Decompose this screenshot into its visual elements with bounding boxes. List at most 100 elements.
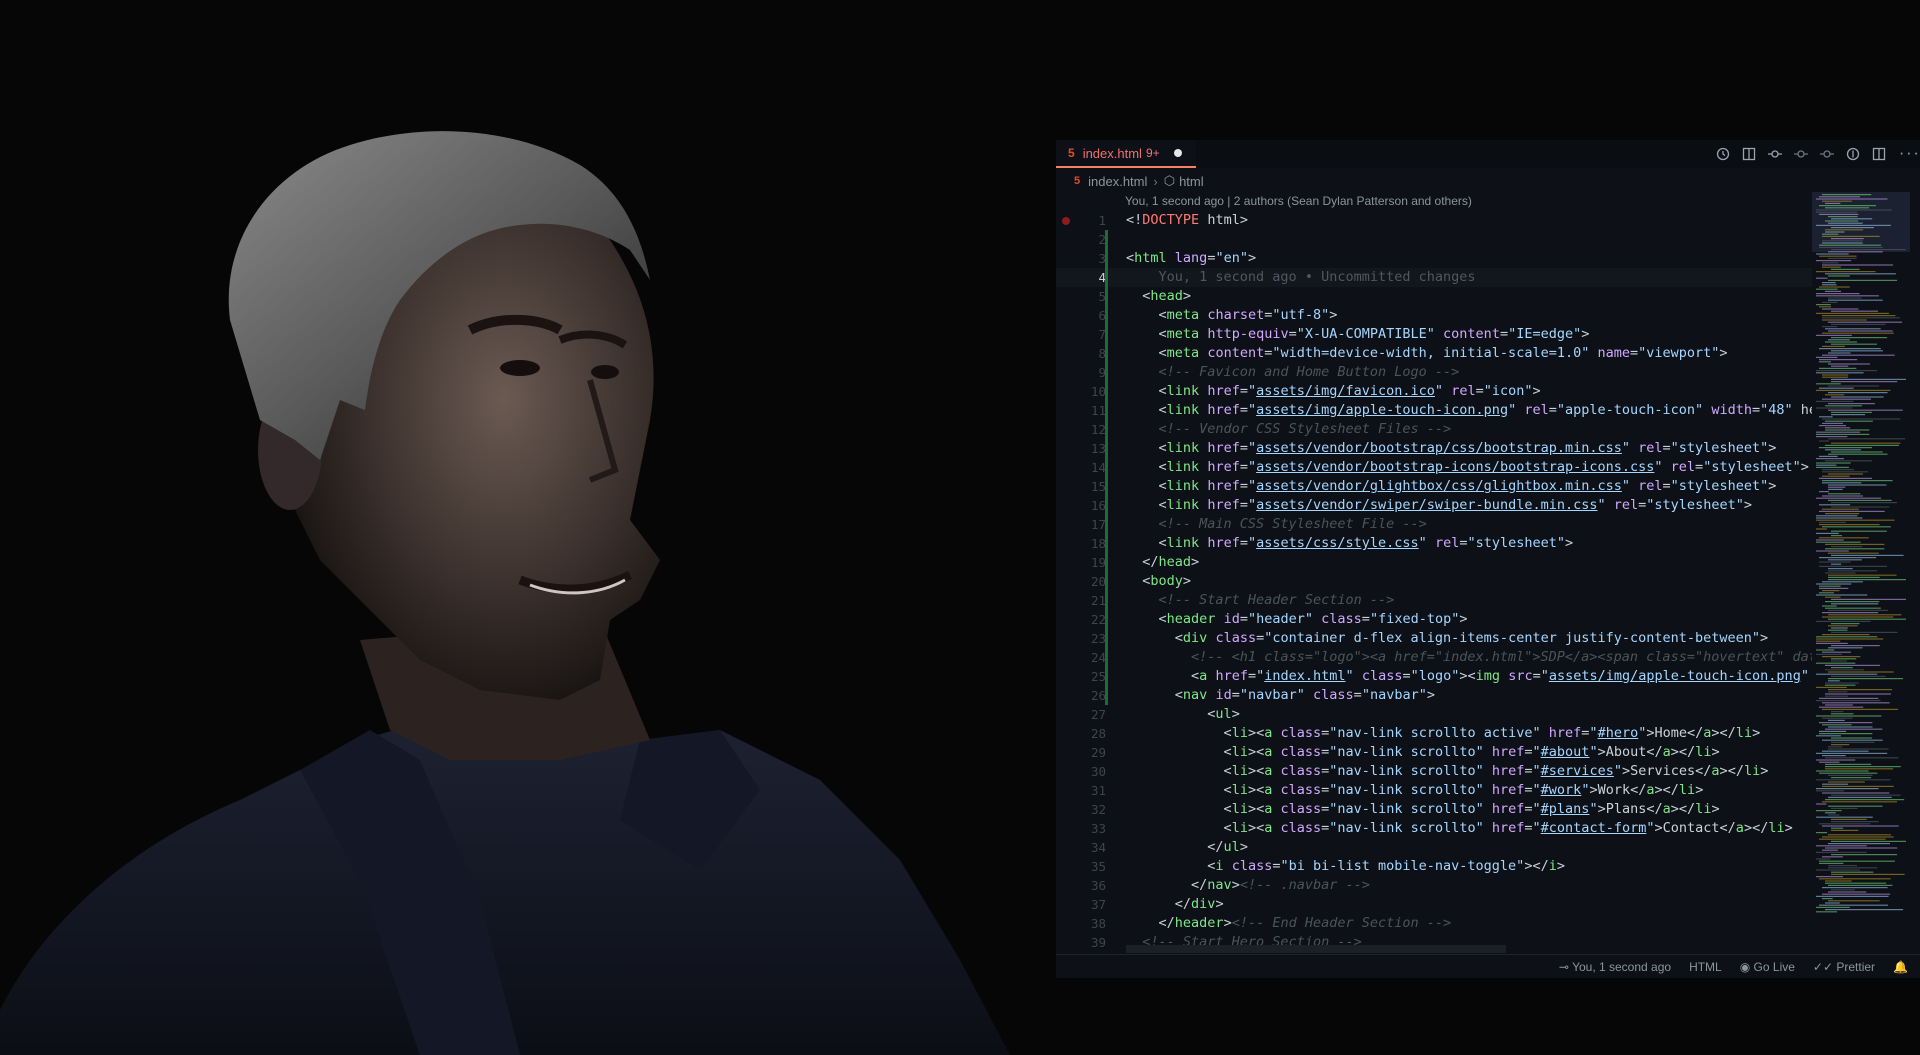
code-line[interactable]: 1 <!DOCTYPE html>	[1056, 211, 1812, 230]
code-line[interactable]: 35 <i class="bi bi-list mobile-nav-toggl…	[1056, 857, 1812, 876]
status-golive[interactable]: ◉ Go Live	[1740, 960, 1795, 974]
minimap-line	[1825, 704, 1853, 706]
minimap-line	[1816, 436, 1848, 438]
code-line[interactable]: 28 <li><a class="nav-link scrollto activ…	[1056, 724, 1812, 743]
code-text: <link href="assets/vendor/swiper/swiper-…	[1158, 497, 1752, 513]
code-line[interactable]: 32 <li><a class="nav-link scrollto" href…	[1056, 800, 1812, 819]
status-language[interactable]: HTML	[1689, 960, 1722, 974]
minimap-line	[1828, 251, 1883, 253]
code-text: <!-- <h1 class="logo"><a href="index.htm…	[1191, 649, 1812, 665]
toggle-blame-icon[interactable]	[1846, 147, 1860, 161]
status-prettier[interactable]: ✓✓ Prettier	[1813, 960, 1875, 974]
code-line[interactable]: 30 <li><a class="nav-link scrollto" href…	[1056, 762, 1812, 781]
minimap[interactable]	[1812, 192, 1910, 952]
line-number: 5	[1098, 289, 1106, 304]
code-line[interactable]: 23 <div class="container d-flex align-it…	[1056, 629, 1812, 648]
minimap-line	[1825, 768, 1894, 770]
code-line[interactable]: 16 <link href="assets/vendor/swiper/swip…	[1056, 496, 1812, 515]
minimap-line	[1822, 605, 1837, 607]
git-previous-icon[interactable]	[1794, 147, 1808, 161]
minimap-line	[1828, 339, 1850, 341]
git-commit-icon[interactable]	[1768, 147, 1782, 161]
code-line[interactable]: 18 <link href="assets/css/style.css" rel…	[1056, 534, 1812, 553]
git-next-icon[interactable]	[1820, 147, 1834, 161]
more-actions-icon[interactable]: ···	[1898, 147, 1920, 161]
code-line[interactable]: 10 <link href="assets/img/favicon.ico" r…	[1056, 382, 1812, 401]
code-line[interactable]: 36 </nav><!-- .navbar -->	[1056, 876, 1812, 895]
code-line[interactable]: 6 <meta charset="utf-8">	[1056, 306, 1812, 325]
code-line[interactable]: 11 <link href="assets/img/apple-touch-ic…	[1056, 401, 1812, 420]
code-line[interactable]: 21 <!-- Start Header Section -->	[1056, 591, 1812, 610]
code-line[interactable]: 4 You, 1 second ago • Uncommitted change…	[1056, 268, 1812, 287]
code-line[interactable]: 29 <li><a class="nav-link scrollto" href…	[1056, 743, 1812, 762]
git-change-indicator	[1105, 287, 1108, 306]
codelens-blame[interactable]: You, 1 second ago | 2 authors (Sean Dyla…	[1125, 194, 1472, 208]
minimap-line	[1831, 675, 1886, 677]
line-number: 19	[1090, 555, 1106, 570]
tab-index-html[interactable]: 5 index.html 9+	[1056, 140, 1196, 168]
code-line[interactable]: 26 <nav id="navbar" class="navbar">	[1056, 686, 1812, 705]
code-line[interactable]: 2	[1056, 230, 1812, 249]
code-line[interactable]: 38 </header><!-- End Header Section -->	[1056, 914, 1812, 933]
minimap-line	[1816, 869, 1860, 871]
unsaved-dot-icon[interactable]	[1173, 149, 1182, 157]
minimap-line	[1816, 770, 1869, 772]
code-line[interactable]: 25 <a href="index.html" class="logo"><im…	[1056, 667, 1812, 686]
check-all-icon: ✓✓	[1812, 959, 1837, 974]
minimap-line	[1825, 229, 1864, 231]
timeline-icon[interactable]	[1716, 147, 1730, 161]
open-preview-icon[interactable]	[1742, 147, 1756, 161]
minimap-line	[1819, 359, 1858, 361]
minimap-line	[1828, 884, 1893, 886]
code-line[interactable]: 20 <body>	[1056, 572, 1812, 591]
code-line[interactable]: 33 <li><a class="nav-link scrollto" href…	[1056, 819, 1812, 838]
minimap-line	[1825, 273, 1896, 275]
minimap-line	[1819, 730, 1847, 732]
minimap-line	[1831, 249, 1906, 251]
code-line[interactable]: 5 <head>	[1056, 287, 1812, 306]
code-text: <head>	[1142, 288, 1192, 304]
code-text: <header id="header" class="fixed-top">	[1158, 611, 1468, 627]
code-line[interactable]: 24 <!-- <h1 class="logo"><a href="index.…	[1056, 648, 1812, 667]
code-line[interactable]: 14 <link href="assets/vendor/bootstrap-i…	[1056, 458, 1812, 477]
minimap-line	[1828, 568, 1853, 570]
minimap-line	[1822, 301, 1838, 303]
minimap-line	[1828, 409, 1903, 411]
horizontal-scrollbar[interactable]	[1126, 945, 1506, 953]
minimap-line	[1822, 482, 1862, 484]
minimap-line	[1828, 385, 1880, 387]
code-line[interactable]: 17 <!-- Main CSS Stylesheet File -->	[1056, 515, 1812, 534]
minimap-line	[1825, 682, 1859, 684]
code-line[interactable]: 12 <!-- Vendor CSS Stylesheet Files -->	[1056, 420, 1812, 439]
code-line[interactable]: 3 <html lang="en">	[1056, 249, 1812, 268]
code-line[interactable]: 22 <header id="header" class="fixed-top"…	[1056, 610, 1812, 629]
minimap-line	[1816, 752, 1888, 754]
code-line[interactable]: 8 <meta content="width=device-width, ini…	[1056, 344, 1812, 363]
code-line[interactable]: 15 <link href="assets/vendor/glightbox/c…	[1056, 477, 1812, 496]
minimap-line	[1828, 865, 1858, 867]
breadcrumb-symbol[interactable]: html	[1179, 174, 1204, 189]
code-text: <html lang="en">	[1126, 250, 1257, 266]
split-editor-icon[interactable]	[1872, 147, 1886, 161]
minimap-line	[1819, 860, 1895, 862]
code-line[interactable]: 27 <ul>	[1056, 705, 1812, 724]
minimap-line	[1831, 821, 1879, 823]
minimap-line	[1822, 717, 1853, 719]
status-blame[interactable]: ⊸ You, 1 second ago	[1559, 960, 1671, 974]
notifications-icon[interactable]: 🔔	[1893, 960, 1908, 974]
minimap-line	[1828, 222, 1863, 224]
breadcrumb-file[interactable]: index.html	[1088, 174, 1147, 189]
code-line[interactable]: 34 </ul>	[1056, 838, 1812, 857]
code-area[interactable]: 1 <!DOCTYPE html> 2 3 <html lang="en"> 4 You,…	[1056, 211, 1812, 951]
code-line[interactable]: 19 </head>	[1056, 553, 1812, 572]
code-line[interactable]: 37 </div>	[1056, 895, 1812, 914]
git-change-indicator	[1105, 344, 1108, 363]
minimap-line	[1825, 880, 1852, 882]
breakpoint-icon[interactable]	[1062, 217, 1070, 225]
minimap-line	[1816, 312, 1889, 314]
code-line[interactable]: 7 <meta http-equiv="X-UA-COMPATIBLE" con…	[1056, 325, 1812, 344]
minimap-line	[1822, 317, 1900, 319]
code-line[interactable]: 13 <link href="assets/vendor/bootstrap/c…	[1056, 439, 1812, 458]
code-line[interactable]: 9 <!-- Favicon and Home Button Logo -->	[1056, 363, 1812, 382]
code-line[interactable]: 31 <li><a class="nav-link scrollto" href…	[1056, 781, 1812, 800]
